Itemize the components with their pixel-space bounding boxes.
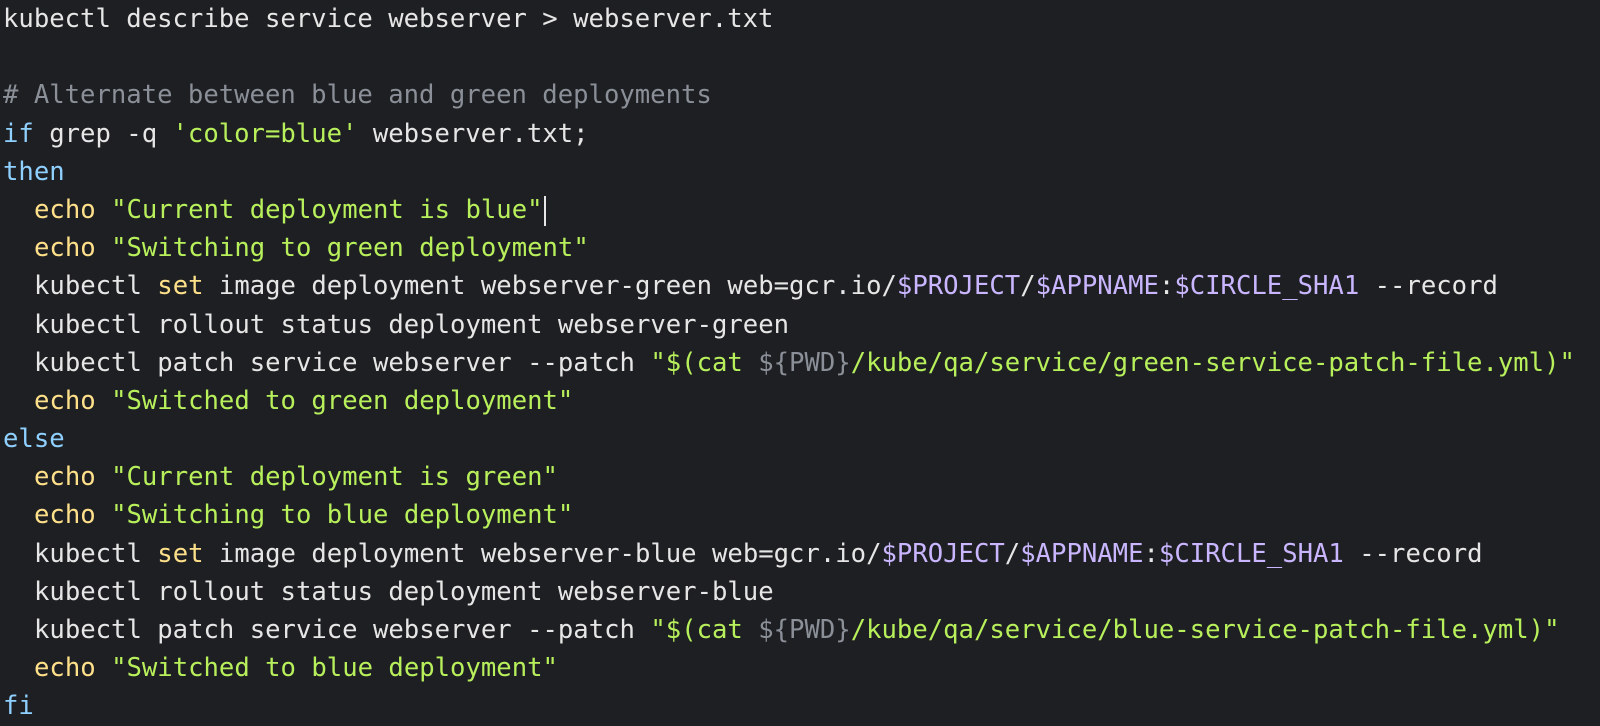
code-token-default: kubectl bbox=[34, 538, 158, 569]
code-token-default: image deployment webserver-green web=gcr… bbox=[203, 271, 897, 302]
code-token-default: --record bbox=[1343, 538, 1483, 569]
code-token-builtin: echo bbox=[34, 233, 96, 264]
code-token-variable: $PROJECT bbox=[896, 271, 1021, 302]
code-token-builtin: echo bbox=[34, 500, 96, 531]
code-token-string: /kube/qa/service/green-service-patch-fil… bbox=[850, 347, 1575, 378]
code-line[interactable]: echo "Current deployment is blue" bbox=[0, 191, 1600, 229]
code-line[interactable]: if grep -q 'color=blue' webserver.txt; bbox=[0, 115, 1600, 153]
code-lines[interactable]: kubectl describe service webserver > web… bbox=[0, 0, 1600, 726]
code-line[interactable] bbox=[0, 38, 1600, 76]
code-token-string: "Current deployment is blue" bbox=[111, 194, 543, 225]
code-line[interactable]: kubectl set image deployment webserver-b… bbox=[0, 535, 1600, 573]
code-token-builtin: set bbox=[157, 271, 204, 302]
code-token-default: kubectl patch service webserver --patch bbox=[34, 615, 651, 645]
code-token-string: "Switching to blue deployment" bbox=[111, 500, 574, 531]
code-line[interactable]: else bbox=[0, 420, 1600, 458]
code-token-string: "Switched to green deployment" bbox=[111, 385, 574, 416]
code-line[interactable]: echo "Switched to green deployment" bbox=[0, 382, 1600, 420]
code-line[interactable]: # Alternate between blue and green deplo… bbox=[0, 76, 1600, 114]
code-token-default: : bbox=[1143, 538, 1159, 569]
code-line[interactable]: kubectl set image deployment webserver-g… bbox=[0, 267, 1600, 305]
code-token-default: webserver.txt; bbox=[357, 118, 589, 149]
code-line[interactable]: echo "Switched to blue deployment" bbox=[0, 649, 1600, 687]
code-token-comment: # Alternate between blue and green deplo… bbox=[3, 80, 712, 111]
code-token-string: "Switching to green deployment" bbox=[111, 233, 589, 264]
code-token-builtin: set bbox=[157, 538, 204, 569]
code-token-string: "Switched to blue deployment" bbox=[111, 653, 558, 684]
code-token-variable: $PROJECT bbox=[881, 538, 1005, 569]
code-token-string: "$(cat bbox=[650, 347, 759, 378]
code-token-default bbox=[96, 462, 111, 492]
code-editor[interactable]: kubectl describe service webserver > web… bbox=[0, 0, 1600, 725]
code-token-comment: ${PWD} bbox=[758, 615, 851, 645]
code-token-default: image deployment webserver-blue web=gcr.… bbox=[203, 538, 882, 569]
code-token-string: "Current deployment is green" bbox=[111, 462, 558, 493]
code-token-builtin: echo bbox=[34, 462, 96, 493]
code-line[interactable]: kubectl patch service webserver --patch … bbox=[0, 611, 1600, 649]
code-line[interactable]: then bbox=[0, 153, 1600, 191]
code-token-keyword: then bbox=[3, 156, 65, 187]
text-cursor bbox=[543, 195, 546, 226]
code-token-default: kubectl bbox=[34, 271, 158, 302]
code-token-default bbox=[96, 233, 111, 263]
code-token-default: kubectl patch service webserver --patch bbox=[34, 347, 651, 378]
code-token-comment: ${PWD} bbox=[758, 347, 851, 378]
code-token-string: /kube/qa/service/blue-service-patch-file… bbox=[850, 615, 1560, 645]
code-token-default bbox=[96, 386, 111, 416]
code-token-builtin: echo bbox=[34, 194, 96, 225]
code-token-default: / bbox=[1020, 271, 1036, 302]
code-token-default: kubectl rollout status deployment webser… bbox=[34, 576, 774, 607]
code-token-default: kubectl rollout status deployment webser… bbox=[34, 309, 790, 340]
code-token-default: --record bbox=[1359, 271, 1498, 302]
code-token-string: "$(cat bbox=[650, 615, 759, 645]
code-token-variable: $APPNAME bbox=[1020, 538, 1144, 569]
code-token-default: kubectl describe service webserver > web… bbox=[3, 4, 774, 34]
code-token-variable: $APPNAME bbox=[1035, 271, 1159, 302]
code-line[interactable]: kubectl patch service webserver --patch … bbox=[0, 344, 1600, 382]
code-line[interactable]: fi bbox=[0, 687, 1600, 725]
code-token-default bbox=[96, 653, 111, 683]
code-line[interactable]: kubectl rollout status deployment webser… bbox=[0, 573, 1600, 611]
code-token-string: 'color=blue' bbox=[172, 118, 358, 149]
code-token-keyword: if bbox=[3, 118, 34, 149]
code-token-keyword: else bbox=[3, 424, 65, 455]
code-line[interactable]: kubectl describe service webserver > web… bbox=[0, 0, 1600, 38]
code-line[interactable]: echo "Current deployment is green" bbox=[0, 458, 1600, 496]
code-token-builtin: echo bbox=[34, 385, 96, 416]
code-token-builtin: echo bbox=[34, 653, 96, 684]
code-token-variable: $CIRCLE_SHA1 bbox=[1174, 271, 1360, 302]
code-token-default: / bbox=[1004, 538, 1021, 569]
code-token-keyword: fi bbox=[3, 691, 34, 722]
code-line[interactable]: echo "Switching to green deployment" bbox=[0, 229, 1600, 267]
code-token-default: grep -q bbox=[33, 118, 173, 149]
code-token-variable: $CIRCLE_SHA1 bbox=[1158, 538, 1344, 569]
code-line[interactable]: echo "Switching to blue deployment" bbox=[0, 496, 1600, 534]
code-line[interactable]: kubectl rollout status deployment webser… bbox=[0, 306, 1600, 344]
code-token-default: : bbox=[1158, 271, 1175, 302]
code-token-default bbox=[96, 195, 111, 225]
code-token-default bbox=[96, 500, 111, 530]
